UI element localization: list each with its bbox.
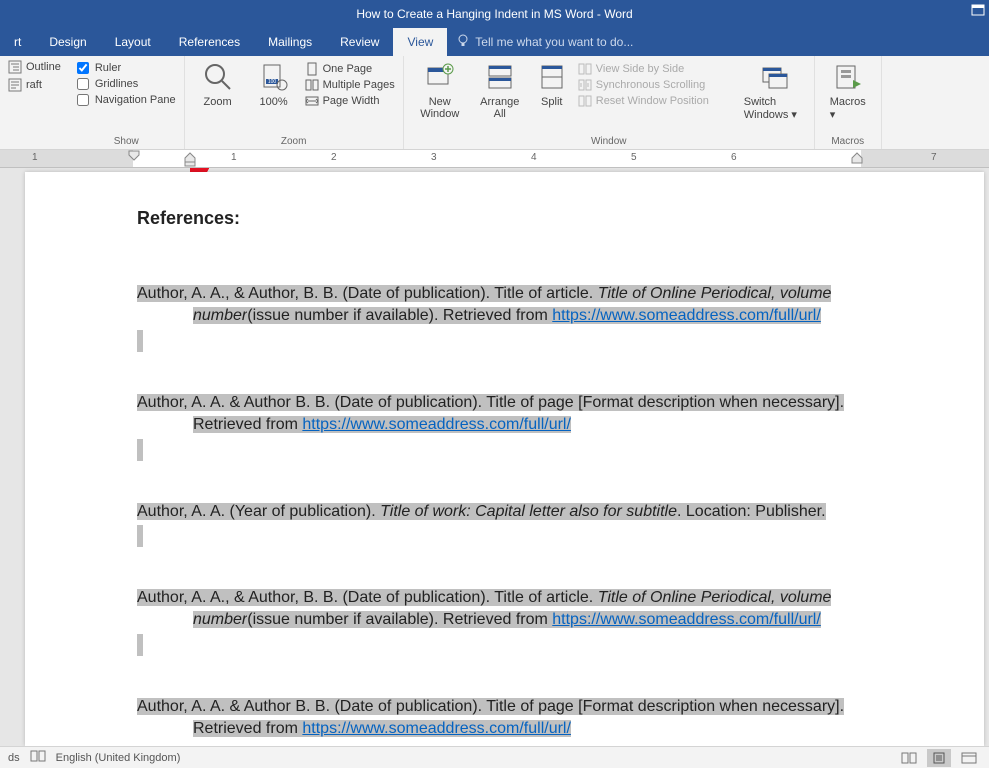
macros-group: Macros▾ Macros: [815, 56, 882, 149]
hanging-indent-marker[interactable]: [184, 150, 196, 168]
tell-me-placeholder: Tell me what you want to do...: [475, 35, 633, 49]
horizontal-ruler[interactable]: 1 1 2 3 4 5 6 7: [0, 150, 989, 168]
gridlines-checkbox[interactable]: Gridlines: [77, 78, 176, 90]
new-window-button[interactable]: New Window: [412, 60, 468, 121]
book-icon[interactable]: [30, 749, 46, 766]
window-group-label: Window: [412, 134, 806, 147]
macros-icon: [833, 62, 863, 92]
references-heading: References:: [137, 208, 884, 229]
draft-icon: [8, 78, 22, 92]
reference-entry: Author, A. A. (Year of publication). Tit…: [137, 501, 884, 547]
navigation-pane-checkbox[interactable]: Navigation Pane: [77, 94, 176, 106]
views-group-partial: Outline raft: [0, 56, 69, 149]
reset-window-icon: [578, 94, 592, 108]
status-bar: ds English (United Kingdom): [0, 746, 989, 768]
right-indent-marker[interactable]: [851, 150, 863, 168]
arrange-all-icon: [485, 62, 515, 92]
zoom-button[interactable]: Zoom: [193, 60, 243, 108]
reference-link[interactable]: https://www.someaddress.com/full/url/: [552, 611, 821, 628]
first-line-indent-marker[interactable]: [128, 150, 140, 168]
switch-windows-icon: [760, 62, 790, 92]
outline-view-button[interactable]: Outline: [8, 60, 61, 74]
multiple-pages-icon: [305, 78, 319, 92]
arrange-all-button[interactable]: Arrange All: [474, 60, 526, 121]
chevron-down-icon: ▾: [830, 109, 836, 121]
outline-icon: [8, 60, 22, 74]
one-page-button[interactable]: One Page: [305, 62, 395, 76]
view-side-by-side-button: View Side by Side: [578, 62, 738, 76]
macros-button[interactable]: Macros▾: [823, 60, 873, 121]
one-page-icon: [305, 62, 319, 76]
hundred-percent-icon: 100: [259, 62, 289, 92]
reference-entry: Author, A. A., & Author, B. B. (Date of …: [137, 283, 884, 352]
show-group: Ruler Gridlines Navigation Pane Show: [69, 56, 185, 149]
page-width-button[interactable]: Page Width: [305, 94, 395, 108]
synchronous-scrolling-button: Synchronous Scrolling: [578, 78, 738, 92]
multiple-pages-button[interactable]: Multiple Pages: [305, 78, 395, 92]
zoom-100-button[interactable]: 100 100%: [249, 60, 299, 108]
reference-entry: Author, A. A., & Author, B. B. (Date of …: [137, 587, 884, 656]
tab-layout[interactable]: Layout: [101, 28, 165, 56]
reset-window-position-button: Reset Window Position: [578, 94, 738, 108]
zoom-icon: [203, 62, 233, 92]
ribbon-display-options-icon[interactable]: [971, 4, 985, 19]
print-layout-button[interactable]: [927, 749, 951, 767]
split-button[interactable]: Split: [532, 60, 572, 121]
draft-view-button[interactable]: raft: [8, 78, 61, 92]
tab-review[interactable]: Review: [326, 28, 393, 56]
switch-windows-button[interactable]: Switch Windows ▾: [744, 60, 806, 121]
show-group-label: Show: [77, 134, 176, 147]
zoom-group-label: Zoom: [193, 134, 395, 147]
tab-mailings[interactable]: Mailings: [254, 28, 326, 56]
tell-me-search[interactable]: Tell me what you want to do...: [457, 28, 633, 56]
tab-view[interactable]: View: [393, 28, 447, 56]
page-width-icon: [305, 94, 319, 108]
status-text[interactable]: ds: [8, 752, 20, 764]
lightbulb-icon: [457, 34, 469, 51]
title-bar: How to Create a Hanging Indent in MS Wor…: [0, 0, 989, 28]
split-icon: [537, 62, 567, 92]
web-layout-button[interactable]: [957, 749, 981, 767]
reference-entry: Author, A. A. & Author B. B. (Date of pu…: [137, 392, 884, 461]
window-group: New Window Arrange All Split View Side b…: [404, 56, 815, 149]
zoom-group: Zoom 100 100% One Page Multiple Pages Pa…: [185, 56, 404, 149]
document-page[interactable]: References: Author, A. A., & Author, B. …: [25, 172, 984, 746]
tab-design[interactable]: Design: [35, 28, 100, 56]
language-status[interactable]: English (United Kingdom): [56, 752, 181, 764]
macros-group-label: Macros: [823, 134, 873, 147]
reference-link[interactable]: https://www.someaddress.com/full/url/: [302, 720, 571, 737]
ribbon: Outline raft Ruler Gridlines Navigation …: [0, 56, 989, 150]
side-by-side-icon: [578, 62, 592, 76]
window-title: How to Create a Hanging Indent in MS Wor…: [356, 7, 632, 21]
ribbon-tabs: rt Design Layout References Mailings Rev…: [0, 28, 989, 56]
chevron-down-icon: ▾: [788, 109, 797, 121]
reference-entry: Author, A. A. & Author B. B. (Date of pu…: [137, 696, 884, 741]
read-mode-button[interactable]: [897, 749, 921, 767]
reference-link[interactable]: https://www.someaddress.com/full/url/: [302, 416, 571, 433]
ruler-checkbox[interactable]: Ruler: [77, 62, 176, 74]
sync-scroll-icon: [578, 78, 592, 92]
new-window-icon: [425, 62, 455, 92]
svg-text:100: 100: [267, 79, 276, 85]
reference-link[interactable]: https://www.someaddress.com/full/url/: [552, 307, 821, 324]
tab-cut-left[interactable]: rt: [0, 28, 35, 56]
tab-references[interactable]: References: [165, 28, 254, 56]
